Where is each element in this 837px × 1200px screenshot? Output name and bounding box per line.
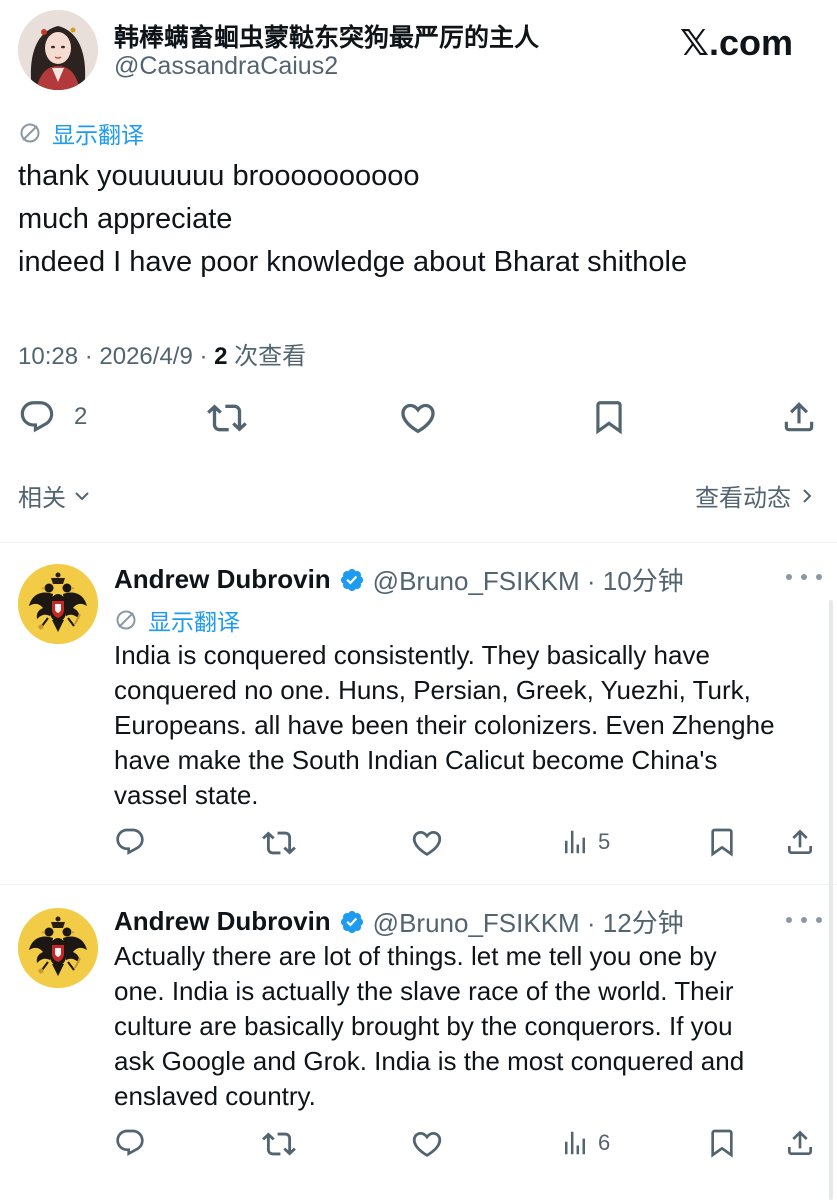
views-button[interactable]: 6	[560, 1127, 610, 1159]
tweet-meta: 10:28 · 2026/4/9 · 2 次查看	[18, 336, 306, 371]
tweet-text: thank youuuuuu broooooooooo much appreci…	[18, 155, 687, 284]
reply-handle-time[interactable]: @Bruno_FSIKKM · 10分钟	[373, 561, 684, 598]
bookmark-button[interactable]	[590, 398, 628, 436]
views-count: 5	[598, 829, 611, 854]
reply-button[interactable]	[114, 1127, 146, 1159]
reply-text-line: culture are basically brought by the con…	[114, 1011, 733, 1041]
reply-text-line: India is conquered consistently. They ba…	[114, 640, 710, 670]
reply-header: Andrew Dubrovin @Bruno_FSIKKM · 12分钟	[114, 903, 684, 940]
share-icon	[784, 826, 816, 858]
avatar[interactable]	[18, 564, 98, 644]
chevron-right-icon	[803, 488, 812, 503]
like-button[interactable]	[410, 1127, 444, 1161]
reply-text-line: Actually there are lot of things. let me…	[114, 941, 717, 971]
tweet-text-line: indeed I have poor knowledge about Bhara…	[18, 246, 688, 278]
translate-icon	[18, 121, 42, 145]
reply-text-line: ask Google and Grok. India is the most c…	[114, 1046, 745, 1076]
retweet-icon	[262, 1127, 296, 1161]
verified-badge-icon	[339, 567, 365, 593]
like-button[interactable]	[410, 826, 444, 860]
translate-label: 显示翻译	[52, 122, 144, 148]
reply-text: Actually there are lot of things. let me…	[114, 939, 744, 1114]
reply-text-line: Europeans. all have been their colonizer…	[114, 710, 775, 740]
translate-link[interactable]: 显示翻译	[114, 603, 240, 637]
views-icon	[560, 1127, 590, 1159]
translate-icon	[114, 608, 138, 632]
retweet-button[interactable]	[262, 1127, 296, 1161]
reply-text-line: enslaved country.	[114, 1081, 316, 1111]
reply-text-line: vassel state.	[114, 780, 259, 810]
reply-author-name[interactable]: Andrew Dubrovin	[114, 564, 331, 595]
author-name[interactable]: 韩棒螨畜蛔虫蒙鞑东突狗最严厉的主人	[114, 18, 539, 54]
reply-button[interactable]: 2	[18, 398, 87, 436]
reply-handle-time[interactable]: @Bruno_FSIKKM · 12分钟	[373, 903, 684, 940]
chevron-down-icon	[75, 491, 89, 500]
avatar[interactable]	[18, 10, 98, 90]
translate-link[interactable]: 显示翻译	[18, 116, 144, 150]
brand-logo: 𝕏.com	[680, 22, 794, 63]
divider	[0, 884, 837, 885]
divider	[0, 542, 837, 543]
avatar[interactable]	[18, 908, 98, 988]
tweet-timestamp[interactable]: 10:28 · 2026/4/9 ·	[18, 343, 214, 370]
translate-label: 显示翻译	[148, 609, 240, 635]
verified-badge-icon	[339, 909, 365, 935]
reply-header: Andrew Dubrovin @Bruno_FSIKKM · 10分钟	[114, 561, 684, 598]
reply-button[interactable]	[114, 826, 146, 858]
retweet-icon	[262, 826, 296, 860]
reply-text-line: conquered no one. Huns, Persian, Greek, …	[114, 675, 751, 705]
reply-icon	[18, 398, 56, 436]
related-label: 相关	[18, 485, 66, 512]
like-button[interactable]	[398, 398, 438, 438]
views-count: 2	[214, 343, 228, 370]
related-dropdown[interactable]: 相关	[18, 478, 92, 513]
share-icon	[780, 398, 818, 436]
views-label: 次查看	[227, 343, 307, 370]
retweet-button[interactable]	[207, 398, 247, 438]
more-icon[interactable]	[786, 572, 822, 582]
like-icon	[410, 826, 444, 860]
bookmark-button[interactable]	[706, 826, 738, 858]
reply-text: India is conquered consistently. They ba…	[114, 638, 775, 813]
bookmark-icon	[706, 1127, 738, 1159]
retweet-icon	[207, 398, 247, 438]
bookmark-icon	[706, 826, 738, 858]
share-button[interactable]	[784, 826, 816, 858]
share-button[interactable]	[784, 1127, 816, 1159]
share-icon	[784, 1127, 816, 1159]
view-activity-link[interactable]: 查看动态	[695, 478, 815, 513]
views-count: 6	[598, 1130, 611, 1155]
retweet-button[interactable]	[262, 826, 296, 860]
tweet-text-line: thank youuuuuu broooooooooo	[18, 160, 420, 192]
like-icon	[398, 398, 438, 438]
share-button[interactable]	[780, 398, 818, 436]
view-activity-label: 查看动态	[695, 485, 791, 512]
reply-text-line: have make the South Indian Calicut becom…	[114, 745, 718, 775]
reply-text-line: one. India is actually the slave race of…	[114, 976, 734, 1006]
author-handle[interactable]: @CassandraCaius2	[114, 52, 338, 81]
reply-count: 2	[74, 403, 88, 430]
scrollbar[interactable]	[829, 600, 833, 1200]
views-button[interactable]: 5	[560, 826, 610, 858]
like-icon	[410, 1127, 444, 1161]
reply-icon	[114, 1127, 146, 1159]
bookmark-icon	[590, 398, 628, 436]
more-icon[interactable]	[786, 915, 822, 925]
reply-author-name[interactable]: Andrew Dubrovin	[114, 906, 331, 937]
reply-icon	[114, 826, 146, 858]
tweet-text-line: much appreciate	[18, 203, 233, 235]
views-icon	[560, 826, 590, 858]
bookmark-button[interactable]	[706, 1127, 738, 1159]
